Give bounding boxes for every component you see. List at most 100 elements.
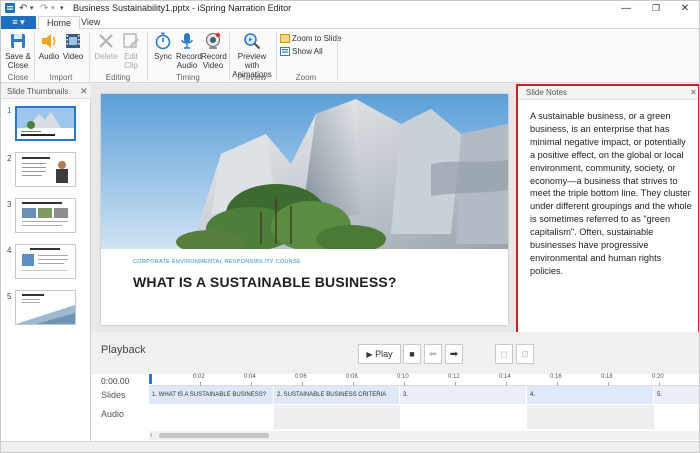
- redo-icon[interactable]: ↷: [40, 1, 48, 16]
- zoom-slide-icon: [280, 34, 290, 43]
- tick-label: 0:18: [601, 374, 613, 380]
- close-icon[interactable]: ✕: [670, 1, 699, 16]
- timeline-scrollbar[interactable]: ‹: [149, 431, 699, 440]
- file-menu-button[interactable]: ≡ ▾: [1, 16, 36, 29]
- tick-label: 0:16: [550, 374, 562, 380]
- tick-label: 0:06: [295, 374, 307, 380]
- sync-button[interactable]: Sync: [152, 31, 174, 61]
- playhead-marker[interactable]: [149, 374, 152, 384]
- group-close-label: Close: [7, 73, 29, 82]
- play-button[interactable]: ▶ Play: [358, 344, 401, 364]
- film-icon: [66, 34, 80, 48]
- title-bar: ↶ ▾ ↷ ▾ ▾ Business Sustainability1.pptx …: [1, 1, 699, 16]
- tick-label: 0:20: [652, 374, 664, 380]
- tick-label: 0:10: [397, 374, 409, 380]
- video-label: Video: [62, 52, 84, 61]
- save-icon: [11, 34, 25, 48]
- slide-thumbnails-panel: Slide Thumbnails ✕ 1 2 3 4 5: [1, 84, 91, 441]
- quick-access-dropdown-icon[interactable]: ▾: [60, 1, 64, 16]
- undo-icon[interactable]: ↶: [19, 1, 27, 16]
- arrow-left-icon: ⬅: [428, 349, 438, 360]
- slide-segment-2[interactable]: 2. SUSTAINABLE BUSINESS CRITERIA: [274, 386, 400, 404]
- slide-segment-4[interactable]: 4.: [527, 386, 654, 404]
- ribbon: Save & Close Close Audio Video Import De…: [1, 29, 699, 83]
- show-all-button[interactable]: Show All: [280, 46, 323, 57]
- tick-label: 0:12: [448, 374, 460, 380]
- audio-track-segment[interactable]: [274, 405, 400, 429]
- save-close-button[interactable]: Save & Close: [4, 31, 32, 70]
- thumbnail-number: 4: [7, 246, 12, 255]
- previous-button[interactable]: ⬅: [424, 344, 442, 364]
- audio-track-segment[interactable]: [400, 405, 527, 429]
- zoom-to-slide-label: Zoom to Slide: [292, 34, 342, 43]
- record-audio-button[interactable]: Record Audio: [176, 31, 202, 70]
- stopwatch-icon: [155, 32, 171, 50]
- sync-label: Sync: [154, 52, 172, 61]
- slide-canvas[interactable]: CORPORATE ENVIRONMENTAL RESPONSIBILITY C…: [101, 94, 508, 325]
- maximize-icon[interactable]: ❐: [641, 1, 671, 16]
- slide-thumbnail-1[interactable]: [15, 106, 76, 141]
- slide-thumbnail-5[interactable]: [15, 290, 76, 325]
- scrollbar-thumb[interactable]: [159, 433, 269, 438]
- tab-view[interactable]: View: [73, 16, 108, 29]
- ribbon-tabs: ≡ ▾ Home View: [1, 16, 699, 29]
- close-icon[interactable]: ✕: [690, 86, 697, 100]
- ribbon-divider: [147, 33, 148, 81]
- timeline-ruler[interactable]: 0:02 0:04 0:06 0:08 0:10 0:12 0:14 0:16 …: [149, 374, 699, 386]
- video-button[interactable]: Video: [62, 31, 84, 61]
- app-window: ↶ ▾ ↷ ▾ ▾ Business Sustainability1.pptx …: [0, 0, 700, 453]
- thumbnail-number: 3: [7, 200, 12, 209]
- zoom-in-button[interactable]: ⊡: [516, 344, 534, 364]
- edit-clip-icon: [123, 33, 139, 48]
- audio-button[interactable]: Audio: [38, 31, 60, 61]
- slide-thumbnail-4[interactable]: [15, 244, 76, 279]
- slide-photo: [101, 94, 508, 249]
- edit-clip-button[interactable]: Edit Clip: [120, 31, 142, 70]
- zoom-out-button[interactable]: ◻: [495, 344, 513, 364]
- slide-preview-image: [22, 157, 68, 183]
- audio-track-label: Audio: [101, 409, 125, 419]
- slide-thumbnail-3[interactable]: [15, 198, 76, 233]
- timeline: 0:00.00 Slides Audio 0:02 0:04 0:06 0:08…: [91, 374, 699, 441]
- play-label: Play: [375, 349, 393, 359]
- slide-thumbnail-2[interactable]: [15, 152, 76, 187]
- stop-button[interactable]: ■: [403, 344, 421, 364]
- minimize-icon[interactable]: —: [611, 1, 641, 16]
- slide-notes-panel[interactable]: Slide Notes ✕ A sustainable business, or…: [516, 84, 699, 334]
- preview-animations-button[interactable]: Preview with Animations: [232, 31, 272, 79]
- slide-segment-5[interactable]: 5.: [654, 386, 699, 404]
- delete-label: Delete: [94, 52, 118, 61]
- notes-title: Slide Notes: [526, 88, 567, 97]
- audio-track-segment[interactable]: [527, 405, 654, 429]
- ribbon-divider: [337, 33, 338, 81]
- speaker-icon: [42, 34, 56, 48]
- group-preview-label: Preview: [237, 73, 267, 82]
- thumbnail-number: 5: [7, 292, 12, 301]
- stop-icon: ■: [409, 349, 415, 359]
- record-audio-label: Record Audio: [176, 52, 202, 70]
- zoom-out-icon: ◻: [500, 349, 508, 359]
- microphone-icon: [181, 33, 193, 49]
- arrow-right-icon: ➡: [449, 349, 459, 360]
- thumbnail-number: 1: [7, 106, 12, 115]
- undo-dropdown-icon[interactable]: ▾: [30, 1, 34, 16]
- record-video-button[interactable]: Record Video: [201, 31, 227, 70]
- time-readout: 0:00.00: [101, 376, 130, 386]
- edit-clip-label: Edit Clip: [124, 52, 138, 70]
- audio-track-segment[interactable]: [149, 405, 274, 429]
- zoom-to-slide-button[interactable]: Zoom to Slide: [280, 33, 341, 44]
- next-button[interactable]: ➡: [445, 344, 463, 364]
- notes-text[interactable]: A sustainable business, or a green busin…: [530, 110, 692, 278]
- redo-dropdown-icon[interactable]: ▾: [51, 1, 55, 16]
- slides-track-label: Slides: [101, 390, 126, 400]
- slide-subtitle: CORPORATE ENVIRONMENTAL RESPONSIBILITY C…: [133, 259, 301, 265]
- scroll-left-icon[interactable]: ‹: [150, 431, 152, 440]
- ribbon-divider: [229, 33, 230, 81]
- close-icon[interactable]: ✕: [80, 84, 88, 98]
- slide-segment-1[interactable]: 1. WHAT IS A SUSTAINABLE BUSINESS?: [149, 386, 274, 404]
- window-title: Business Sustainability1.pptx - iSpring …: [73, 3, 292, 13]
- slide-segment-3[interactable]: 3.: [400, 386, 527, 404]
- ribbon-divider: [34, 33, 35, 81]
- audio-track-segment[interactable]: [654, 405, 699, 429]
- delete-button[interactable]: Delete: [93, 31, 119, 61]
